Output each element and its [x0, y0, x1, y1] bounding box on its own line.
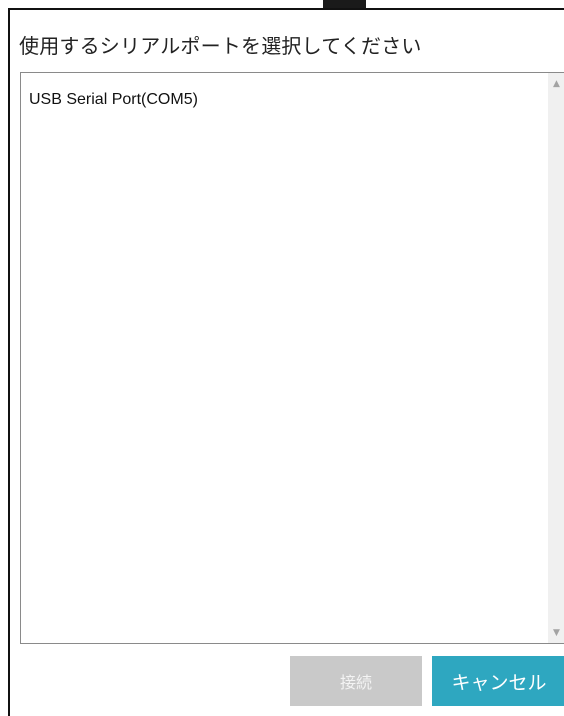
dialog-title: 使用するシリアルポートを選択してください: [19, 34, 422, 58]
top-edge-strip: [0, 0, 564, 8]
serial-port-list[interactable]: USB Serial Port(COM5) ▲ ▼: [20, 72, 564, 644]
scrollbar[interactable]: ▲ ▼: [548, 73, 564, 643]
connect-button[interactable]: 接続: [290, 656, 422, 706]
list-item[interactable]: USB Serial Port(COM5): [29, 91, 198, 109]
scroll-down-arrow-icon[interactable]: ▼: [548, 624, 564, 641]
scroll-up-arrow-icon[interactable]: ▲: [548, 75, 564, 92]
top-tab-marker: [323, 0, 366, 8]
cancel-button[interactable]: キャンセル: [432, 656, 564, 706]
serial-port-dialog: 使用するシリアルポートを選択してください USB Serial Port(COM…: [8, 8, 564, 716]
